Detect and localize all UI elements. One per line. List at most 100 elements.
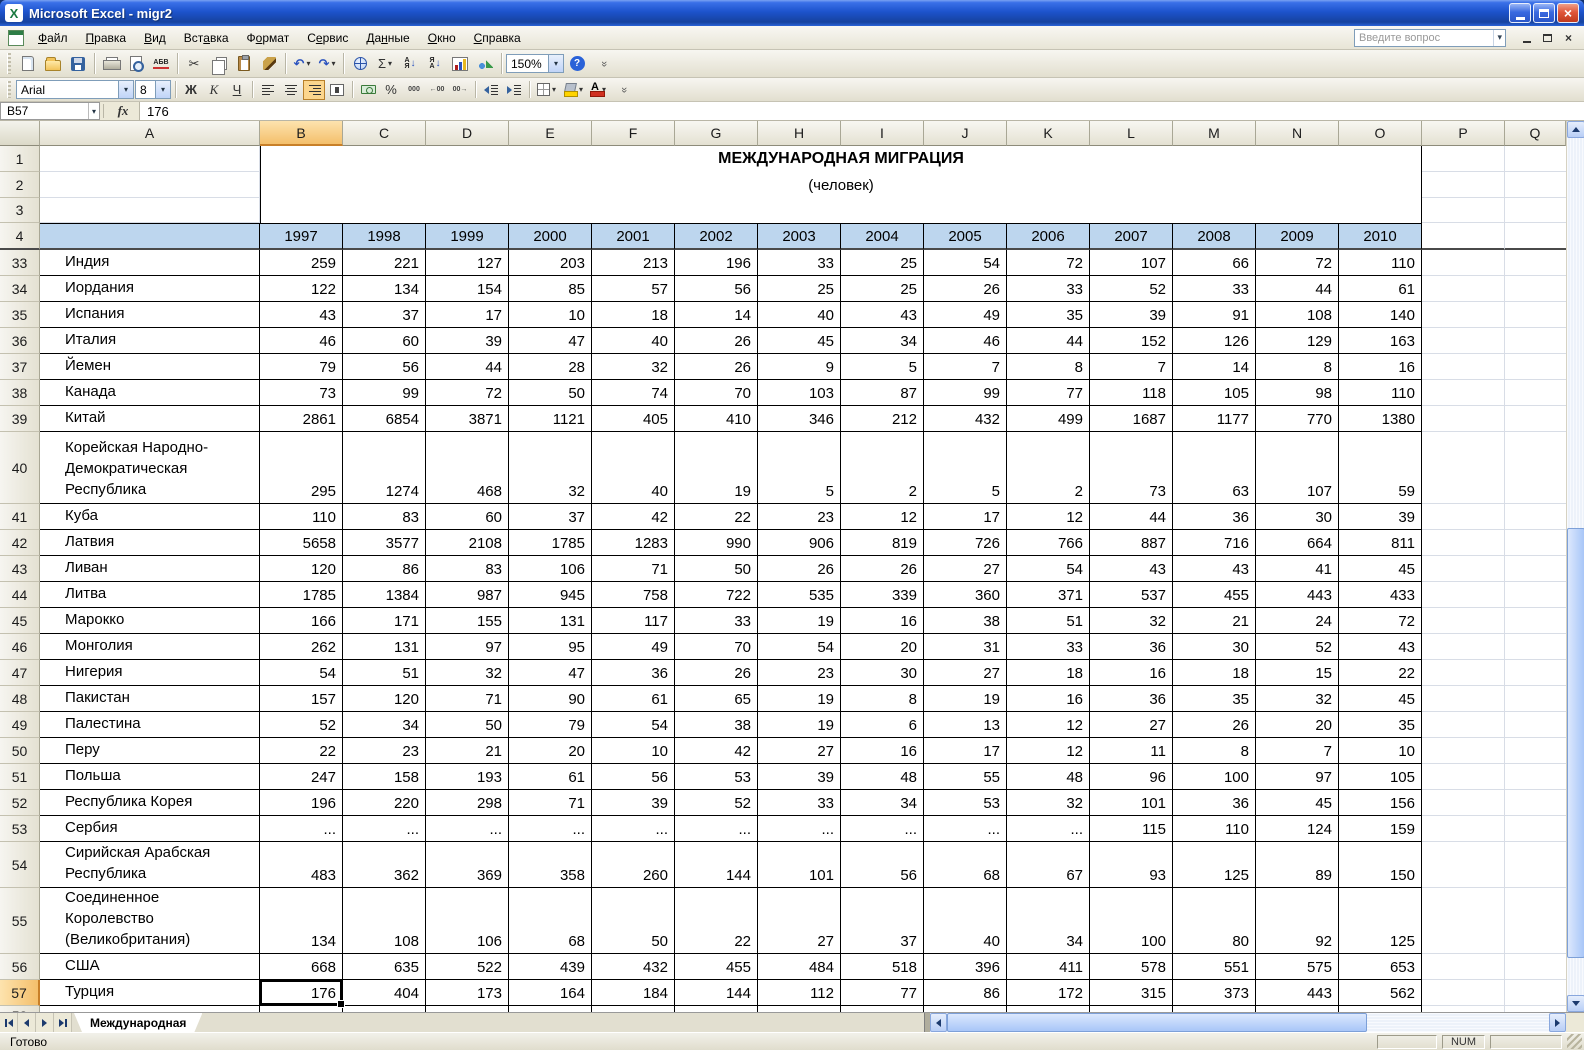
cell-K38[interactable]: 77 [1007,380,1090,406]
cell-B46[interactable]: 262 [260,634,343,660]
merge-center-button[interactable] [326,80,348,100]
cell-N57[interactable]: 443 [1256,980,1339,1006]
cell-D55[interactable]: 106 [426,888,509,954]
cell-N54[interactable]: 89 [1256,842,1339,888]
cell-G55[interactable]: 22 [675,888,758,954]
cell-J43[interactable]: 27 [924,556,1007,582]
cell-F38[interactable]: 74 [592,380,675,406]
cell-C38[interactable]: 99 [343,380,426,406]
cell-K45[interactable]: 51 [1007,608,1090,634]
cell-O56[interactable]: 653 [1339,954,1422,980]
format-painter-button[interactable] [257,52,281,76]
cell-I49[interactable]: 6 [841,712,924,738]
row-header-43[interactable]: 43 [0,556,40,582]
cell-K57[interactable]: 172 [1007,980,1090,1006]
cell-F39[interactable]: 405 [592,406,675,432]
cell-E49[interactable]: 79 [509,712,592,738]
cell-H37[interactable]: 9 [758,354,841,380]
cell-P46[interactable] [1422,634,1505,660]
cell-M37[interactable]: 14 [1173,354,1256,380]
cell-L43[interactable]: 43 [1090,556,1173,582]
cell-Q55[interactable] [1505,888,1566,954]
col-header-N[interactable]: N [1256,121,1339,146]
cell-N51[interactable]: 97 [1256,764,1339,790]
align-left-button[interactable] [257,80,279,100]
cell-F49[interactable]: 54 [592,712,675,738]
cell-F47[interactable]: 36 [592,660,675,686]
cell-A51[interactable]: Польша [40,764,260,790]
decrease-indent-button[interactable] [480,80,502,100]
cell-Q41[interactable] [1505,504,1566,530]
cell-B43[interactable]: 120 [260,556,343,582]
cell-C49[interactable]: 34 [343,712,426,738]
workbook-minimize-button[interactable] [1518,30,1535,45]
cell-A46[interactable]: Монголия [40,634,260,660]
cell-E34[interactable]: 85 [509,276,592,302]
row-header-50[interactable]: 50 [0,738,40,764]
cell-A40[interactable]: Корейская Народно- Демократическая Респу… [40,432,260,504]
cell-B36[interactable]: 46 [260,328,343,354]
cell-E57[interactable]: 164 [509,980,592,1006]
cell-G34[interactable]: 56 [675,276,758,302]
cell-I54[interactable]: 56 [841,842,924,888]
cell-A43[interactable]: Ливан [40,556,260,582]
underline-button[interactable]: Ч [226,80,248,100]
cell-N43[interactable]: 41 [1256,556,1339,582]
cell-L54[interactable]: 93 [1090,842,1173,888]
cell-I40[interactable]: 2 [841,432,924,504]
cell-M34[interactable]: 33 [1173,276,1256,302]
cell-I41[interactable]: 12 [841,504,924,530]
cell-P57[interactable] [1422,980,1505,1006]
cell-F48[interactable]: 61 [592,686,675,712]
cell-K39[interactable]: 499 [1007,406,1090,432]
year-header-1997[interactable]: 1997 [260,223,343,250]
cell-L47[interactable]: 16 [1090,660,1173,686]
cell-J54[interactable]: 68 [924,842,1007,888]
cell-J42[interactable]: 726 [924,530,1007,556]
cell-I50[interactable]: 16 [841,738,924,764]
dropdown-arrow-icon[interactable]: ▾ [331,59,335,68]
merged-cell-row2[interactable]: (человек) [260,172,1422,198]
cell-K41[interactable]: 12 [1007,504,1090,530]
cell-J50[interactable]: 17 [924,738,1007,764]
merged-cell-row1[interactable]: МЕЖДУНАРОДНАЯ МИГРАЦИЯ [260,146,1422,172]
cell-B33[interactable]: 259 [260,250,343,276]
toolbar-options-chevron[interactable]: » [616,84,632,96]
row-header-41[interactable]: 41 [0,504,40,530]
cell-D34[interactable]: 154 [426,276,509,302]
cell-G40[interactable]: 19 [675,432,758,504]
cell-C42[interactable]: 3577 [343,530,426,556]
cell-O39[interactable]: 1380 [1339,406,1422,432]
cell-B34[interactable]: 122 [260,276,343,302]
cell-M44[interactable]: 455 [1173,582,1256,608]
row-header-45[interactable]: 45 [0,608,40,634]
cell-D42[interactable]: 2108 [426,530,509,556]
cell-I56[interactable]: 518 [841,954,924,980]
cell-L48[interactable]: 36 [1090,686,1173,712]
cell-L55[interactable]: 100 [1090,888,1173,954]
cell-P49[interactable] [1422,712,1505,738]
cell-G54[interactable]: 144 [675,842,758,888]
cell-Q48[interactable] [1505,686,1566,712]
cell-K44[interactable]: 371 [1007,582,1090,608]
cell-E53[interactable]: ... [509,816,592,842]
fill-color-button[interactable]: ▾ [560,80,586,100]
row-header-53[interactable]: 53 [0,816,40,842]
cell-P48[interactable] [1422,686,1505,712]
cell-A41[interactable]: Куба [40,504,260,530]
cell-N56[interactable]: 575 [1256,954,1339,980]
cell-A38[interactable]: Канада [40,380,260,406]
borders-button[interactable]: ▾ [534,80,559,100]
cell-D37[interactable]: 44 [426,354,509,380]
cell-D49[interactable]: 50 [426,712,509,738]
name-box-dropdown-icon[interactable]: ▾ [88,103,99,119]
print-button[interactable] [99,52,123,76]
row-header-39[interactable]: 39 [0,406,40,432]
workbook-close-button[interactable]: × [1560,30,1577,45]
cell-K56[interactable]: 411 [1007,954,1090,980]
cell-D47[interactable]: 32 [426,660,509,686]
cell-B53[interactable]: ... [260,816,343,842]
col-header-C[interactable]: C [343,121,426,146]
cell-C56[interactable]: 635 [343,954,426,980]
cell-B40[interactable]: 295 [260,432,343,504]
